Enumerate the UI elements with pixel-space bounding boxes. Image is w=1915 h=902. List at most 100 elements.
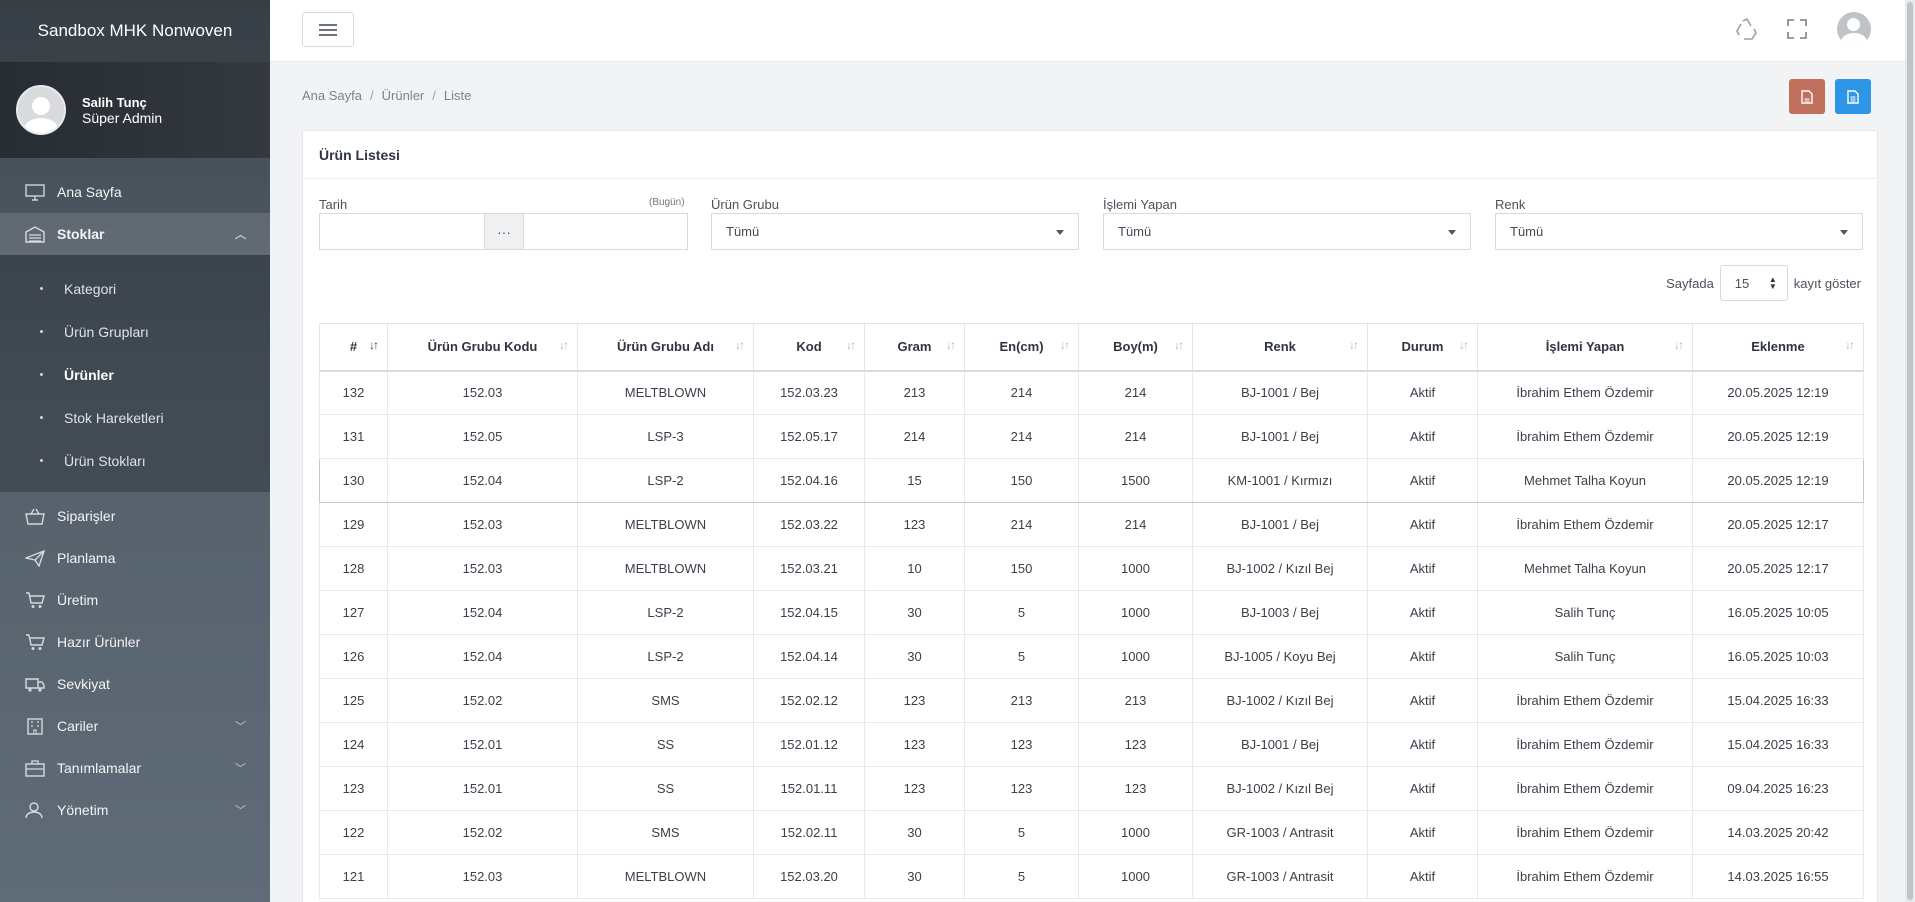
table-cell: MELTBLOWN <box>577 370 754 415</box>
sidebar-item-label: Sevkiyat <box>57 676 110 692</box>
caret-down-icon <box>1448 230 1456 235</box>
sidebar-item-siparisler[interactable]: Siparişler <box>0 495 270 537</box>
table-cell: Salih Tunç <box>1477 634 1693 679</box>
column-header[interactable]: Boy(m) ↓↑ <box>1078 323 1193 372</box>
page-size-select[interactable]: 15 ▲ ▼ <box>1719 265 1788 301</box>
column-header[interactable]: Durum ↓↑ <box>1367 323 1478 372</box>
table-row[interactable]: 121 152.03 MELTBLOWN 152.03.20 30 5 1000 GR-100… <box>319 854 1864 899</box>
table-cell: Aktif <box>1367 634 1478 679</box>
sidebar-item-ana-sayfa[interactable]: Ana Sayfa <box>0 171 270 213</box>
column-header[interactable]: Ürün Grubu Adı ↓↑ <box>577 323 754 372</box>
table-cell: 152.03 <box>387 546 578 591</box>
user-menu-avatar[interactable] <box>1837 12 1871 46</box>
table-cell: 152.04 <box>387 634 578 679</box>
column-header[interactable]: Ürün Grubu Kodu ↓↑ <box>387 323 578 372</box>
table-row[interactable]: 126 152.04 LSP-2 152.04.14 30 5 1000 BJ-1005 / … <box>319 634 1864 679</box>
sidebar-subitem-urunler[interactable]: Ürünler <box>0 353 270 396</box>
table-row[interactable]: 128 152.03 MELTBLOWN 152.03.21 10 150 1000 BJ-1… <box>319 546 1864 591</box>
column-header[interactable]: Renk ↓↑ <box>1192 323 1368 372</box>
table-cell: 1000 <box>1078 634 1193 679</box>
table-cell: LSP-2 <box>577 590 754 635</box>
sidebar-subitem-stok-hareketleri[interactable]: Stok Hareketleri <box>0 396 270 439</box>
sidebar-item-cariler[interactable]: Cariler ﹀ <box>0 705 270 747</box>
sidebar-subitem-kategori[interactable]: Kategori <box>0 267 270 310</box>
page-scrollbar[interactable] <box>1905 0 1915 902</box>
sidebar-subitem-urun-stoklari[interactable]: Ürün Stokları <box>0 439 270 482</box>
user-cog-icon <box>24 801 46 819</box>
sort-icon[interactable]: ↓↑ <box>369 338 379 352</box>
group-select[interactable]: Tümü <box>711 213 1079 250</box>
table-cell: LSP-2 <box>577 458 754 503</box>
table-cell: Aktif <box>1367 370 1478 415</box>
sort-icon[interactable]: ↓↑ <box>559 338 569 352</box>
table-cell: 213 <box>1078 678 1193 723</box>
sidebar-item-sevkiyat[interactable]: Sevkiyat <box>0 663 270 705</box>
export-pdf-button[interactable] <box>1789 79 1825 114</box>
column-header[interactable]: Eklenme ↓↑ <box>1692 323 1864 372</box>
page-size-control: Sayfada 15 ▲ ▼ kayıt göster <box>1666 265 1861 301</box>
sort-icon[interactable]: ↓↑ <box>735 338 745 352</box>
table-row[interactable]: 123 152.01 SS 152.01.11 123 123 123 BJ-1002 / K… <box>319 766 1864 811</box>
sort-icon[interactable]: ↓↑ <box>1845 338 1855 352</box>
table-cell: Aktif <box>1367 414 1478 459</box>
table-row[interactable]: 132 152.03 MELTBLOWN 152.03.23 213 214 214 BJ-1… <box>319 370 1864 415</box>
breadcrumb-products[interactable]: Ürünler <box>382 88 425 103</box>
sidebar-subitem-urun-gruplari[interactable]: Ürün Grupları <box>0 310 270 353</box>
table-cell: 10 <box>864 546 965 591</box>
sort-icon[interactable]: ↓↑ <box>1174 338 1184 352</box>
sidebar-item-uretim[interactable]: Üretim <box>0 579 270 621</box>
column-header[interactable]: İşlemi Yapan ↓↑ <box>1477 323 1693 372</box>
table-cell: 14.03.2025 20:42 <box>1692 810 1864 855</box>
sidebar-item-planlama[interactable]: Planlama <box>0 537 270 579</box>
column-header[interactable]: # ↓↑ <box>319 323 388 372</box>
sort-icon[interactable]: ↓↑ <box>1060 338 1070 352</box>
color-select[interactable]: Tümü <box>1495 213 1863 250</box>
column-header-label: Gram <box>897 339 932 355</box>
table-row[interactable]: 131 152.05 LSP-3 152.05.17 214 214 214 BJ-1001 … <box>319 414 1864 459</box>
table-row[interactable]: 129 152.03 MELTBLOWN 152.03.22 123 214 214 BJ-1… <box>319 502 1864 547</box>
export-excel-button[interactable] <box>1835 79 1871 114</box>
sort-icon[interactable]: ↓↑ <box>1459 338 1469 352</box>
recycle-icon[interactable] <box>1734 16 1760 42</box>
table-cell: BJ-1001 / Bej <box>1192 502 1368 547</box>
sidebar-item-stoklar[interactable]: Stoklar ︿ <box>0 213 270 255</box>
sort-icon[interactable]: ↓↑ <box>1674 338 1684 352</box>
column-header[interactable]: Kod ↓↑ <box>753 323 865 372</box>
sidebar-item-yonetim[interactable]: Yönetim ﹀ <box>0 789 270 831</box>
table-cell: 129 <box>319 502 388 547</box>
table-cell: 20.05.2025 12:19 <box>1692 370 1864 415</box>
column-header[interactable]: Gram ↓↑ <box>864 323 965 372</box>
sidebar-item-label: Ana Sayfa <box>57 184 122 200</box>
app-brand[interactable]: Sandbox MHK Nonwoven <box>0 0 270 62</box>
table-cell: MELTBLOWN <box>577 502 754 547</box>
sidebar-item-hazir-urunler[interactable]: Hazır Ürünler <box>0 621 270 663</box>
table-cell: İbrahim Ethem Özdemir <box>1477 414 1693 459</box>
table-row[interactable]: 124 152.01 SS 152.01.12 123 123 123 BJ-1001 / B… <box>319 722 1864 767</box>
fullscreen-icon[interactable] <box>1784 16 1810 42</box>
table-cell: İbrahim Ethem Özdemir <box>1477 766 1693 811</box>
table-row[interactable]: 122 152.02 SMS 152.02.11 30 5 1000 GR-1003 / An… <box>319 810 1864 855</box>
menu-toggle-button[interactable] <box>302 12 354 47</box>
user-select[interactable]: Tümü <box>1103 213 1471 250</box>
chevron-down-icon: ﹀ <box>235 763 246 775</box>
table-cell: 122 <box>319 810 388 855</box>
column-header[interactable]: En(cm) ↓↑ <box>964 323 1079 372</box>
table-cell: MELTBLOWN <box>577 546 754 591</box>
table-cell: Aktif <box>1367 810 1478 855</box>
table-row[interactable]: 125 152.02 SMS 152.02.12 123 213 213 BJ-1002 / … <box>319 678 1864 723</box>
date-start-input[interactable] <box>319 213 485 250</box>
sort-icon[interactable]: ↓↑ <box>1349 338 1359 352</box>
table-cell: 214 <box>1078 370 1193 415</box>
table-row[interactable]: 130 152.04 LSP-2 152.04.16 15 150 1500 KM-1001 … <box>319 458 1864 503</box>
sidebar-item-tanimlamalar[interactable]: Tanımlamalar ﹀ <box>0 747 270 789</box>
table-cell: GR-1003 / Antrasit <box>1192 854 1368 899</box>
table-cell: 124 <box>319 722 388 767</box>
table-cell: 128 <box>319 546 388 591</box>
table-row[interactable]: 127 152.04 LSP-2 152.04.15 30 5 1000 BJ-1003 / … <box>319 590 1864 635</box>
date-today-hint[interactable]: (Bugün) <box>649 197 685 208</box>
date-end-input[interactable] <box>523 213 688 250</box>
sort-icon[interactable]: ↓↑ <box>946 338 956 352</box>
sort-icon[interactable]: ↓↑ <box>846 338 856 352</box>
breadcrumb-home[interactable]: Ana Sayfa <box>302 88 362 103</box>
warehouse-icon <box>24 225 46 243</box>
